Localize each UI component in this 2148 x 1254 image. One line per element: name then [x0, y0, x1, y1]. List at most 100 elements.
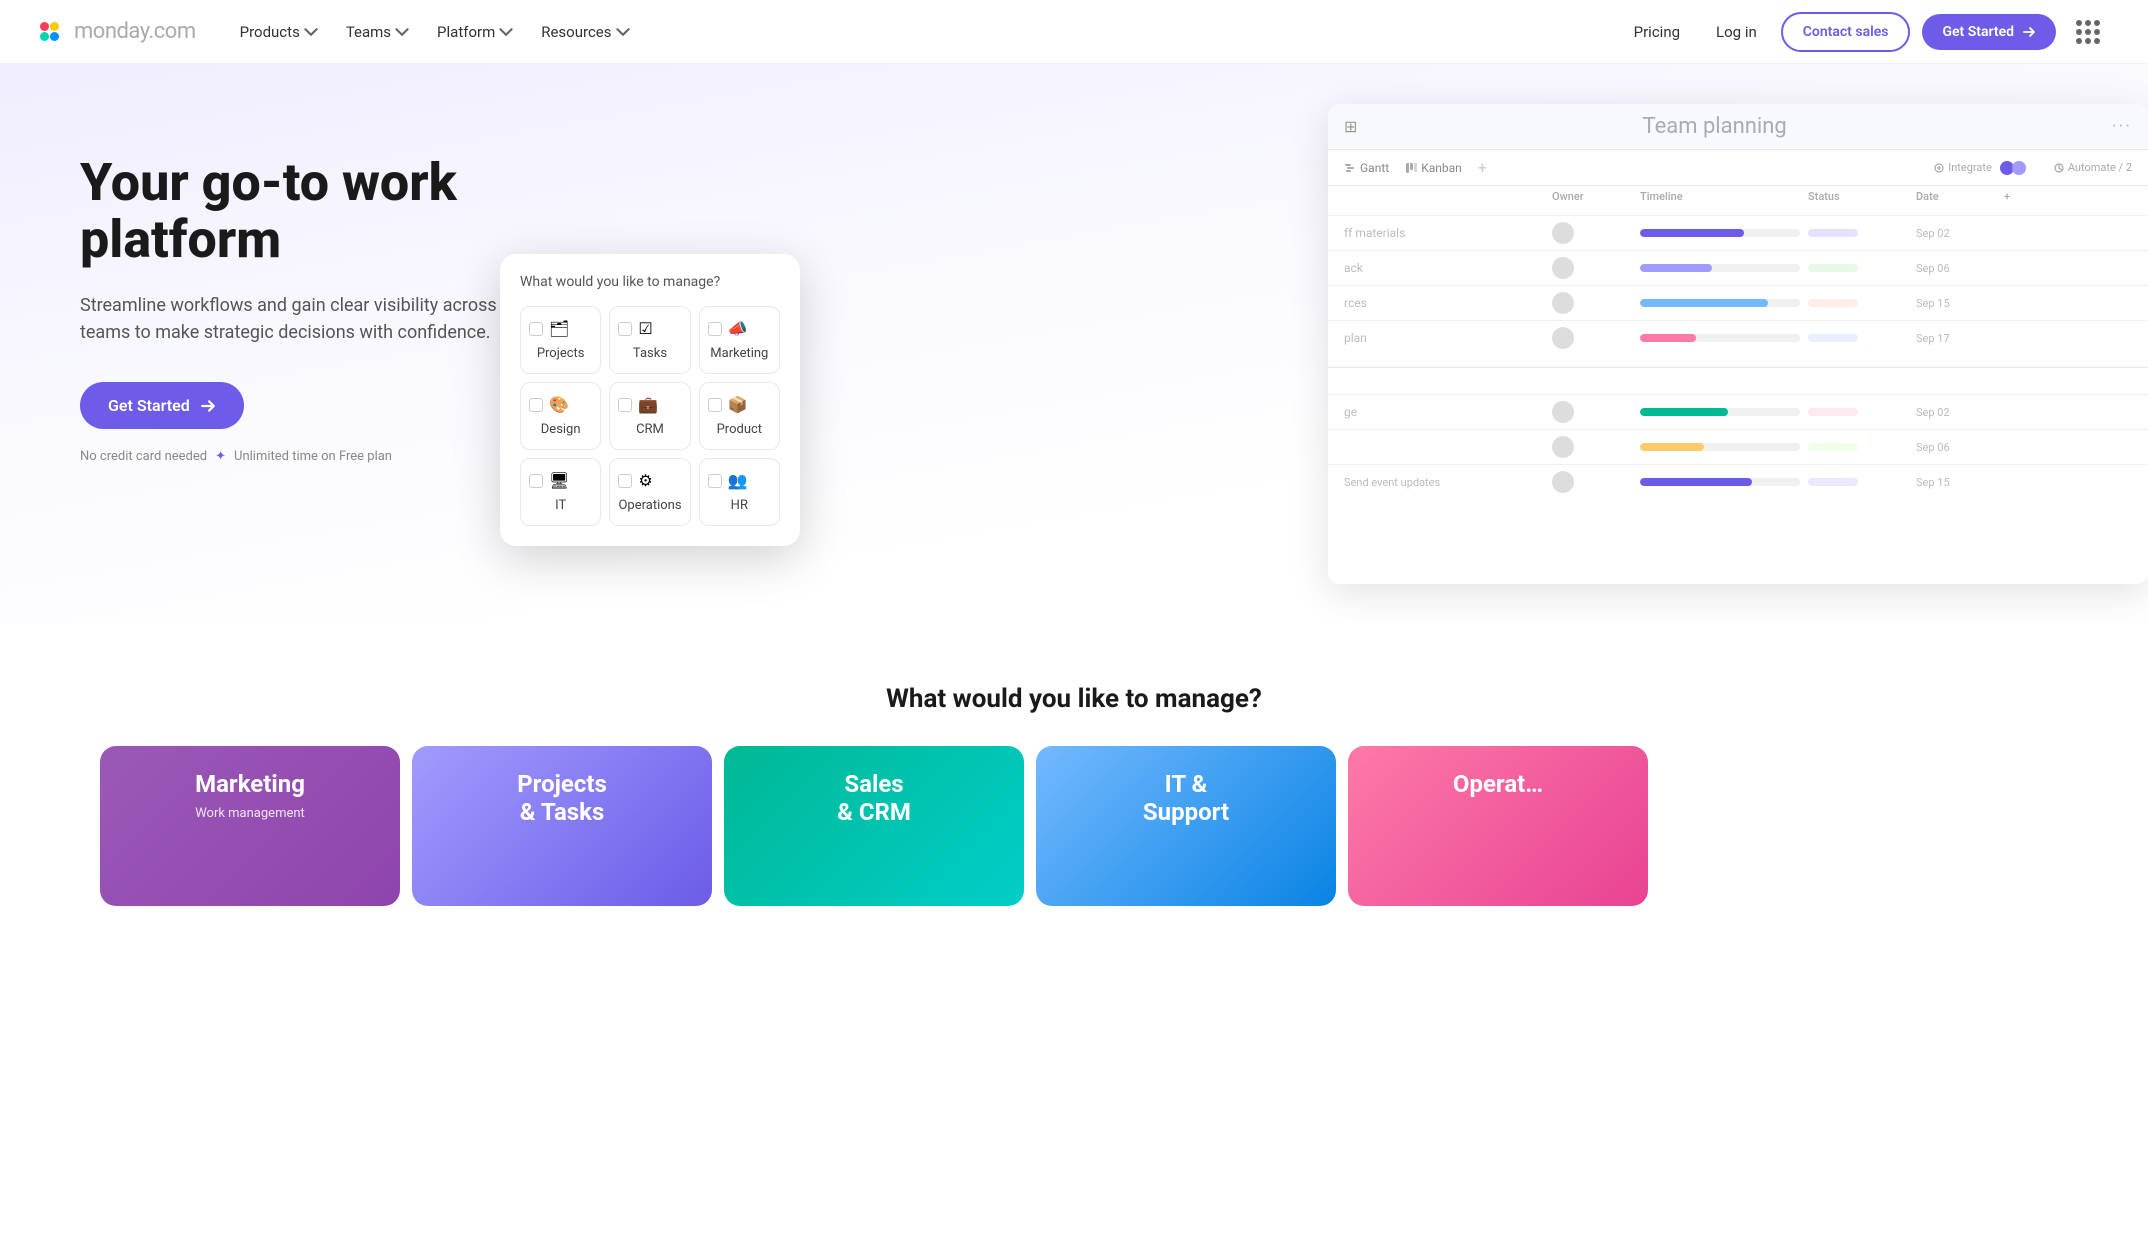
card-sales[interactable]: Sales & CRM: [724, 746, 1024, 906]
card-marketing[interactable]: Marketing Work management: [100, 746, 400, 906]
mockup-dashboard-title: Team planning: [1365, 114, 2063, 139]
get-started-hero-button[interactable]: Get Started: [80, 382, 244, 429]
navigation: monday.com Products Teams Platform Resou…: [0, 0, 2148, 64]
mockup-tabs: Gantt Kanban + Integrate: [1328, 150, 2148, 186]
modal-label-crm: CRM: [618, 422, 681, 437]
hr-icon: 👥: [728, 471, 748, 490]
mockup-integrate: Integrate: [1934, 161, 2026, 175]
modal-grid: 🗂 Projects ☑ Tasks 📣 Mark: [520, 306, 780, 526]
tasks-icon: ☑: [638, 319, 652, 338]
avatar: [1552, 257, 1574, 279]
modal-checkbox-product: [708, 398, 722, 412]
nav-resources[interactable]: Resources: [529, 15, 641, 49]
timeline-bar: [1640, 443, 1800, 451]
logo-wordmark: monday.com: [74, 19, 196, 44]
modal-checkbox-crm: [618, 398, 632, 412]
modal-label-it: IT: [529, 498, 592, 513]
logo-dot-teal: [40, 32, 49, 41]
modal-item-crm[interactable]: 💼 CRM: [609, 382, 690, 450]
modal-label-product: Product: [708, 422, 771, 437]
what-section: What would you like to manage? Marketing…: [0, 624, 2148, 906]
modal-checkbox-operations: [618, 474, 632, 488]
nav-right: Pricing Log in Contact sales Get Started: [1622, 12, 2108, 52]
card-marketing-sub: Work management: [124, 806, 376, 821]
mockup-table-header: Owner Timeline Status Date +: [1328, 186, 2148, 207]
logo-dot-blue: [50, 32, 59, 41]
hero-title: Your go-to work platform: [80, 154, 580, 268]
mockup-tab-gantt[interactable]: Gantt: [1344, 161, 1389, 175]
table-row: ff materials Sep 02: [1328, 215, 2148, 250]
hero-subtitle: Streamline workflows and gain clear visi…: [80, 292, 500, 346]
modal-item-tasks[interactable]: ☑ Tasks: [609, 306, 690, 374]
modal-item-product[interactable]: 📦 Product: [699, 382, 780, 450]
mockup-topbar: ⊞ Team planning ···: [1328, 104, 2148, 150]
avatar: [1552, 292, 1574, 314]
dashboard-mockup: ⊞ Team planning ··· Gantt Kanban + Integ…: [1328, 104, 2148, 584]
nav-products[interactable]: Products: [228, 15, 330, 49]
timeline-bar: [1640, 334, 1800, 342]
what-section-title: What would you like to manage?: [40, 684, 2108, 714]
mockup-section2-header: [1328, 372, 2148, 386]
modal-label-projects: Projects: [529, 346, 592, 361]
mockup-tab-kanban[interactable]: Kanban: [1405, 161, 1462, 175]
crm-icon: 💼: [638, 395, 658, 414]
timeline-bar: [1640, 478, 1800, 486]
automate-icon: [2054, 163, 2064, 173]
get-started-nav-button[interactable]: Get Started: [1922, 14, 2056, 50]
modal-checkbox-tasks: [618, 322, 632, 336]
card-it[interactable]: IT & Support: [1036, 746, 1336, 906]
logo[interactable]: monday.com: [40, 19, 196, 44]
table-row: plan Sep 17: [1328, 320, 2148, 355]
integrate-icon: [1934, 163, 1944, 173]
cards-row: Marketing Work management Projects & Tas…: [40, 746, 2108, 906]
avatar: [1552, 471, 1574, 493]
card-sales-title: Sales & CRM: [748, 770, 1000, 826]
card-it-title: IT & Support: [1060, 770, 1312, 826]
kanban-icon: [1405, 162, 1417, 174]
modal-item-hr[interactable]: 👥 HR: [699, 458, 780, 526]
table-row: ge Sep 02: [1328, 394, 2148, 429]
product-icon: 📦: [728, 395, 748, 414]
nav-teams[interactable]: Teams: [334, 15, 421, 49]
card-marketing-title: Marketing: [124, 770, 376, 798]
contact-sales-button[interactable]: Contact sales: [1781, 12, 1911, 52]
modal-label-marketing: Marketing: [708, 346, 771, 361]
nav-platform[interactable]: Platform: [425, 15, 525, 49]
modal-item-design[interactable]: 🎨 Design: [520, 382, 601, 450]
timeline-bar: [1640, 264, 1800, 272]
table-row: ack Sep 06: [1328, 250, 2148, 285]
modal-item-projects[interactable]: 🗂 Projects: [520, 306, 601, 374]
card-operations-title: Operat…: [1372, 770, 1624, 798]
logo-dot-yellow: [50, 22, 59, 31]
nav-login[interactable]: Log in: [1704, 15, 1769, 49]
nav-grid-button[interactable]: [2068, 12, 2108, 52]
modal-item-it[interactable]: 🖥 IT: [520, 458, 601, 526]
arrow-right-icon: [200, 398, 216, 414]
modal-checkbox-design: [529, 398, 543, 412]
modal-label-hr: HR: [708, 498, 771, 513]
card-operations[interactable]: Operat…: [1348, 746, 1648, 906]
table-row: rces Sep 15: [1328, 285, 2148, 320]
mockup-grid-icon: ⊞: [1344, 117, 1357, 136]
timeline-bar: [1640, 299, 1800, 307]
it-icon: 🖥: [549, 471, 569, 490]
hero-section: Your go-to work platform Streamline work…: [0, 64, 2148, 624]
chevron-down-icon: [616, 25, 630, 39]
nav-pricing[interactable]: Pricing: [1622, 15, 1692, 49]
chevron-down-icon: [395, 25, 409, 39]
modal-item-marketing[interactable]: 📣 Marketing: [699, 306, 780, 374]
mockup-add-tab[interactable]: +: [1478, 158, 1487, 177]
nav-links: Products Teams Platform Resources: [228, 15, 642, 49]
modal-item-operations[interactable]: ⚙ Operations: [609, 458, 690, 526]
mockup-table-section1: ff materials Sep 02 ack Sep 06 rces: [1328, 207, 2148, 363]
modal-checkbox-marketing: [708, 322, 722, 336]
mockup-table-section2: ge Sep 02 Sep 06 Send event updates: [1328, 386, 2148, 507]
chevron-down-icon: [304, 25, 318, 39]
card-projects[interactable]: Projects & Tasks: [412, 746, 712, 906]
modal-label-design: Design: [529, 422, 592, 437]
manage-modal: What would you like to manage? 🗂 Project…: [500, 254, 800, 546]
avatar: [1552, 222, 1574, 244]
logo-icon: [40, 22, 68, 42]
timeline-bar: [1640, 408, 1800, 416]
modal-checkbox-projects: [529, 322, 543, 336]
